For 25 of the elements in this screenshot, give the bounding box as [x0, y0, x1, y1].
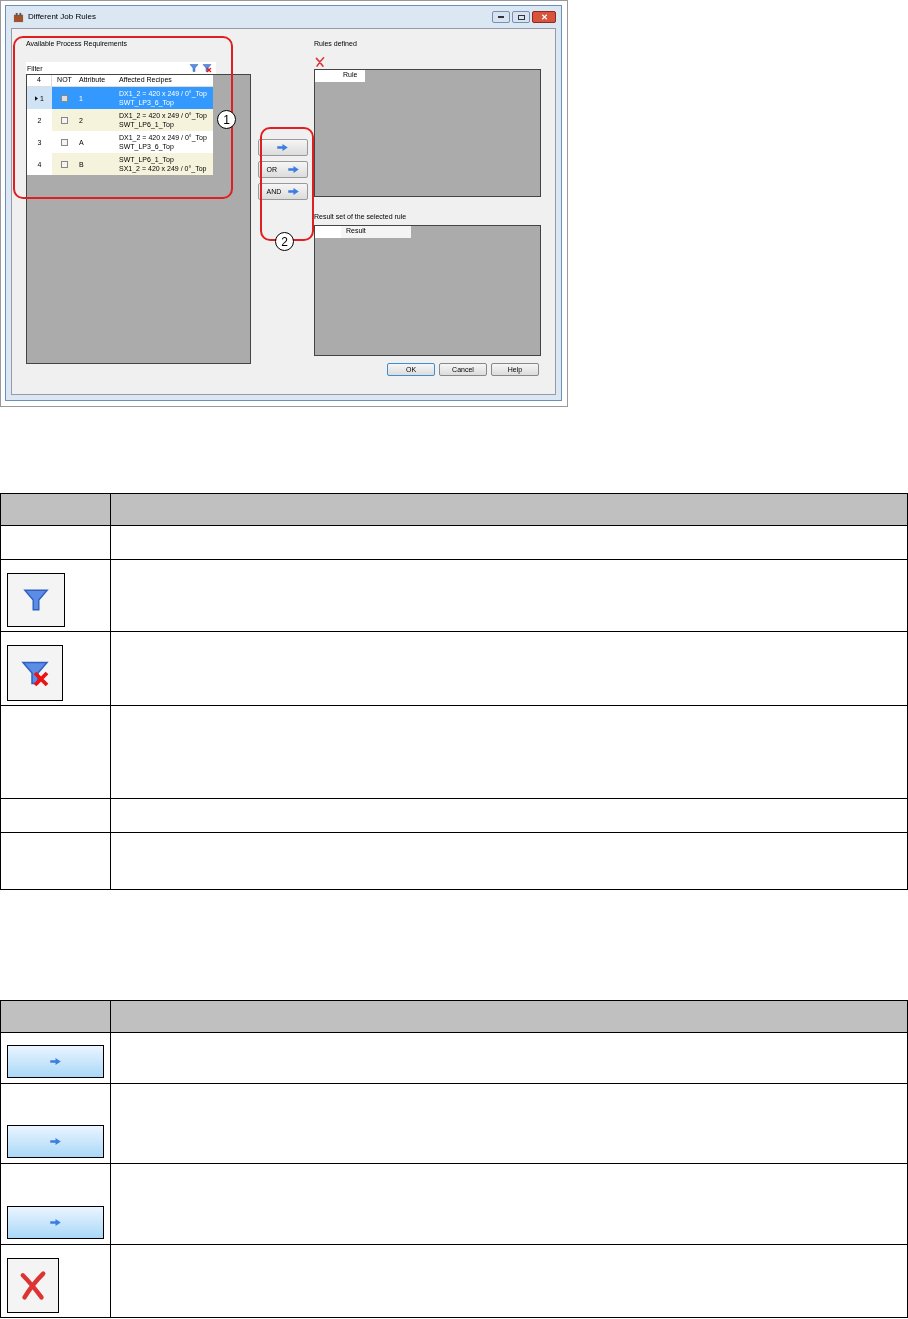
close-button[interactable] — [532, 11, 556, 23]
arrow-icon — [50, 1219, 61, 1226]
maximize-button[interactable] — [512, 11, 530, 23]
arrow-icon — [287, 166, 299, 173]
clear-filter-button[interactable] — [202, 63, 212, 73]
delete-icon — [313, 56, 326, 68]
corner-header-cell — [314, 226, 341, 238]
clear-filter-icon — [202, 63, 212, 73]
minimize-button[interactable] — [492, 11, 510, 23]
not-checkbox[interactable] — [61, 94, 68, 102]
not-checkbox[interactable] — [61, 138, 68, 146]
arrow-icon — [287, 188, 299, 195]
app-icon — [13, 11, 24, 23]
current-row-icon — [35, 95, 39, 101]
arrow-icon — [50, 1058, 61, 1065]
delete-rule-button[interactable] — [313, 56, 326, 68]
window-title: Different Job Rules — [28, 11, 96, 23]
corner-header-cell — [314, 70, 341, 82]
not-checkbox[interactable] — [61, 160, 68, 168]
arrow-icon — [50, 1138, 61, 1145]
close-icon — [540, 14, 548, 20]
add-button[interactable] — [257, 139, 308, 156]
arrow-icon — [277, 144, 288, 151]
filter-button[interactable] — [189, 63, 199, 73]
not-checkbox[interactable] — [61, 116, 68, 124]
